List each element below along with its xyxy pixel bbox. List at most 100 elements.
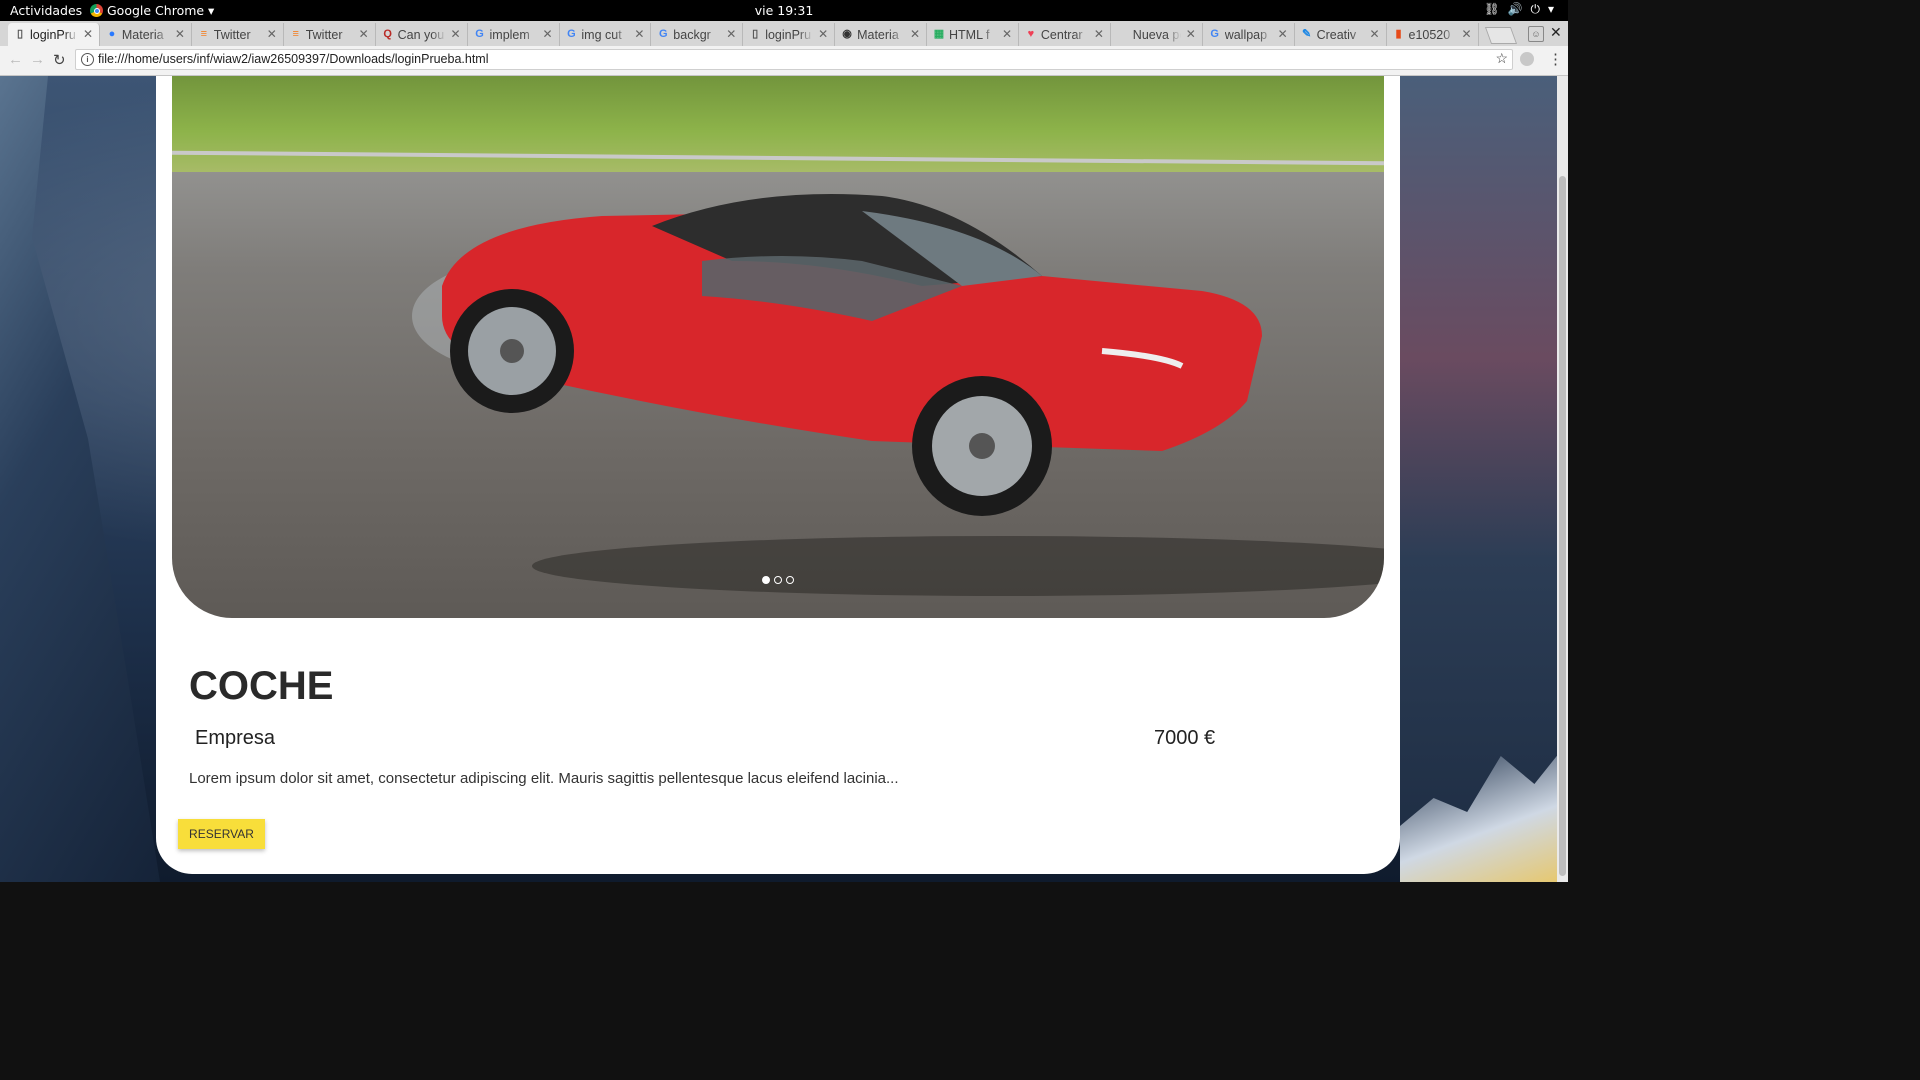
tab-title: Twitter <box>213 27 251 42</box>
tab-title: HTML f <box>949 27 990 42</box>
tab-title: wallpap <box>1224 27 1268 42</box>
tab-close-icon[interactable]: ✕ <box>542 27 552 41</box>
url-text[interactable]: file:///home/users/inf/wiaw2/iaw26509397… <box>98 52 489 66</box>
browser-tab[interactable]: ▯ loginPru ✕ <box>8 23 100 46</box>
tab-strip: ▯ loginPru ✕ ● Materia ✕ ≡ Twitter ✕ ≡ Twitter ✕ Q Ca… <box>0 21 1568 46</box>
tab-title: implem <box>489 27 530 42</box>
background-wallpaper-right <box>1400 76 1568 882</box>
tab-close-icon[interactable]: ✕ <box>359 27 369 41</box>
browser-tab[interactable]: Gwallpap ✕ <box>1203 23 1295 46</box>
browser-tab[interactable]: Gimg cut ✕ <box>559 23 652 46</box>
browser-tab[interactable]: ≡ Twitter ✕ <box>192 23 284 46</box>
tab-title: Twitter <box>305 27 343 42</box>
bookmark-icon: ▮ <box>1395 28 1402 40</box>
browser-tab[interactable]: Q Can you ✕ <box>376 23 468 46</box>
system-tray[interactable]: ⛓ 🔊 ⏻ ▾ <box>1484 2 1554 17</box>
clock[interactable]: vie 19:31 <box>0 3 1568 18</box>
product-title: COCHE <box>189 664 334 708</box>
background-wallpaper-left <box>0 76 160 882</box>
system-top-bar: Actividades Google Chrome ▾ vie 19:31 ⛓ … <box>0 0 1568 21</box>
tab-title: img cut <box>581 27 622 42</box>
stackoverflow-icon: ≡ <box>200 28 207 40</box>
browser-tab[interactable]: ▯ loginPru ✕ <box>743 23 836 46</box>
extension-icon[interactable] <box>1520 52 1534 66</box>
window-close-icon[interactable]: ✕ <box>1550 24 1562 41</box>
tab-close-icon[interactable]: ✕ <box>1278 27 1288 41</box>
info-icon[interactable]: i <box>81 53 94 66</box>
product-card: COCHE Empresa 7000 € Lorem ipsum dolor s… <box>156 76 1400 874</box>
product-price: 7000 € <box>1154 727 1216 749</box>
google-icon: G <box>659 28 668 40</box>
tab-close-icon[interactable]: ✕ <box>1002 27 1012 41</box>
forward-icon[interactable]: → <box>30 51 45 68</box>
tab-close-icon[interactable]: ✕ <box>818 27 828 41</box>
chevron-down-icon: ▾ <box>1547 2 1554 16</box>
google-icon: G <box>1210 28 1219 40</box>
carousel-dot[interactable] <box>786 576 794 584</box>
network-icon: ⛓ <box>1484 2 1500 16</box>
tab-close-icon[interactable]: ✕ <box>175 27 185 41</box>
bookmark-star-icon[interactable]: ☆ <box>1495 50 1508 67</box>
tab-close-icon[interactable]: ✕ <box>83 27 93 41</box>
tab-title: backgr <box>673 27 711 42</box>
tab-title: e10520 <box>1408 27 1451 42</box>
browser-tab[interactable]: Gbackgr ✕ <box>651 23 744 46</box>
materializecss-icon: ◉ <box>842 28 852 40</box>
reload-icon[interactable]: ↻ <box>53 51 66 69</box>
carousel-dot[interactable] <box>774 576 782 584</box>
browser-tab[interactable]: ▦ HTML f ✕ <box>927 23 1019 46</box>
reserve-button[interactable]: RESERVAR <box>178 819 265 849</box>
volume-icon: 🔊 <box>1507 2 1523 16</box>
google-icon: G <box>567 28 576 40</box>
page-viewport: COCHE Empresa 7000 € Lorem ipsum dolor s… <box>0 76 1568 882</box>
tab-close-icon[interactable]: ✕ <box>267 27 277 41</box>
carousel-dot[interactable] <box>762 576 770 584</box>
pocket-icon: ♥ <box>1027 28 1035 40</box>
page-icon: ▯ <box>16 28 24 40</box>
tab-close-icon[interactable]: ✕ <box>451 27 461 41</box>
tab-title: Centrar <box>1040 27 1083 42</box>
browser-tab[interactable]: Nueva pes ✕ <box>1111 23 1203 46</box>
tab-title: loginPru <box>765 27 812 42</box>
tab-close-icon[interactable]: ✕ <box>1094 27 1104 41</box>
tab-close-icon[interactable]: ✕ <box>1370 27 1380 41</box>
tab-close-icon[interactable]: ✕ <box>1186 27 1196 41</box>
image-carousel[interactable] <box>172 76 1384 618</box>
browser-tab[interactable]: ✎ Creativ ✕ <box>1295 23 1387 46</box>
car-image <box>412 194 1384 596</box>
stackoverflow-icon: ≡ <box>292 28 299 40</box>
browser-tab[interactable]: Gimplem ✕ <box>468 23 560 46</box>
address-bar[interactable]: i file:///home/users/inf/wiaw2/iaw265093… <box>75 49 1513 70</box>
browser-toolbar: ← → ↻ i file:///home/users/inf/wiaw2/iaw… <box>0 46 1568 76</box>
page-icon: ▯ <box>752 28 759 40</box>
back-icon[interactable]: ← <box>8 51 23 68</box>
tab-close-icon[interactable]: ✕ <box>910 27 920 41</box>
tab-close-icon[interactable]: ✕ <box>1461 27 1471 41</box>
browser-tab[interactable]: ◉ Materia ✕ <box>835 23 928 46</box>
tab-favicon <box>1117 28 1129 40</box>
product-description: Lorem ipsum dolor sit amet, consectetur … <box>189 770 899 787</box>
material-icon: ● <box>108 28 116 40</box>
tab-close-icon[interactable]: ✕ <box>726 27 736 41</box>
browser-tab[interactable]: ≡ Twitter ✕ <box>284 23 376 46</box>
google-icon: G <box>475 28 484 40</box>
menu-icon[interactable]: ⋮ <box>1548 50 1563 68</box>
tab-title: Can you <box>397 27 445 42</box>
tab-close-icon[interactable]: ✕ <box>634 27 644 41</box>
tab-title: Materia <box>121 27 164 42</box>
tab-title: loginPru <box>30 27 76 42</box>
browser-tab[interactable]: ♥ Centrar ✕ <box>1019 23 1111 46</box>
browser-tab[interactable]: ● Materia ✕ <box>100 23 192 46</box>
new-tab-button[interactable] <box>1484 27 1518 44</box>
profile-icon[interactable]: ☺ <box>1528 26 1544 42</box>
scrollbar-thumb[interactable] <box>1559 176 1566 876</box>
quora-icon: Q <box>383 28 392 40</box>
tab-title: Materia <box>857 27 899 42</box>
tab-title: Nueva pes <box>1132 27 1181 42</box>
tab-title: Creativ <box>1316 27 1357 42</box>
company-name: Empresa <box>195 727 276 749</box>
carousel-indicators <box>172 576 1384 584</box>
scrollbar[interactable] <box>1557 76 1568 882</box>
creative-icon: ✎ <box>1301 28 1312 40</box>
browser-tab[interactable]: ▮ e10520 ✕ <box>1387 23 1479 46</box>
